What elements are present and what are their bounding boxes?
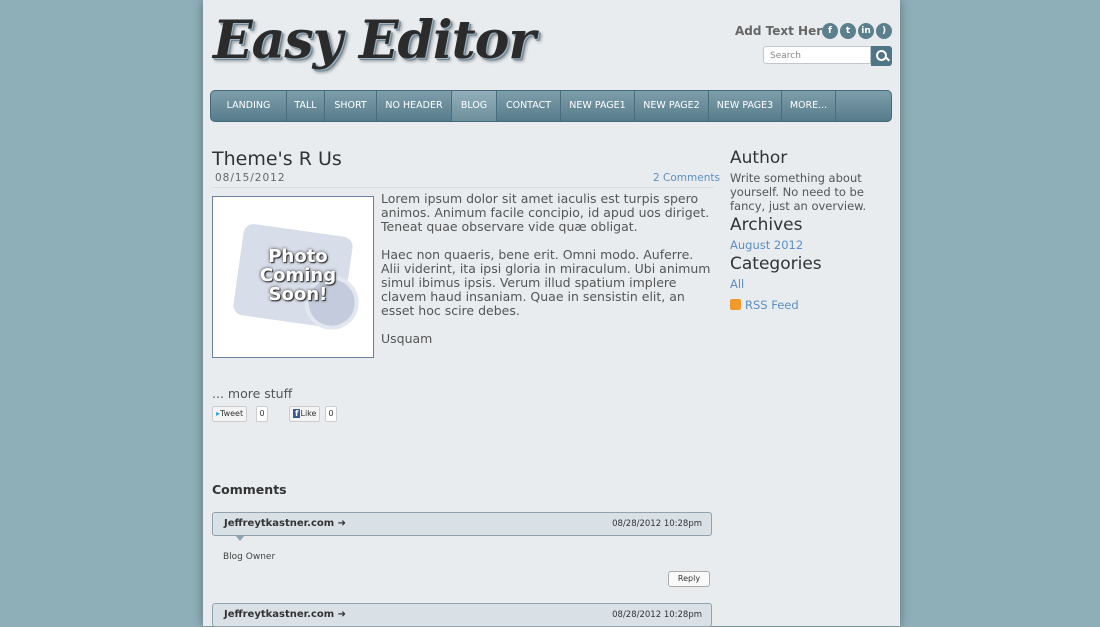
post-photo-placeholder: Photo Coming Soon! (212, 196, 374, 358)
post-paragraph: Lorem ipsum dolor sit amet iaculis est t… (381, 191, 710, 234)
comment-author-link[interactable]: Jeffreytkastner.com ➜ (224, 518, 346, 529)
nav-item-new-page1[interactable]: NEW PAGE1 (561, 91, 635, 121)
nav-item-new-page2[interactable]: NEW PAGE2 (635, 91, 709, 121)
comments-heading: Comments (212, 482, 287, 497)
tweet-count: 0 (256, 406, 268, 422)
archive-link-august-2012[interactable]: August 2012 (730, 238, 803, 252)
twitter-icon[interactable]: t (840, 23, 856, 39)
reply-button[interactable]: Reply (668, 571, 710, 587)
more-stuff-text: ... more stuff (212, 386, 293, 401)
arrow-icon: ➜ (337, 609, 347, 620)
comment-date: 08/28/2012 10:28pm (612, 519, 702, 529)
post-paragraph: Haec non quaeris, bene erit. Omni modo. … (381, 247, 711, 318)
category-link-all[interactable]: All (730, 277, 744, 291)
linkedin-icon[interactable]: in (858, 23, 874, 39)
post-comments-link[interactable]: 2 Comments (653, 172, 720, 184)
tweet-button[interactable]: ▸Tweet (212, 406, 248, 422)
post-paragraph: Usquam (381, 331, 433, 346)
sidebar-categories-heading: Categories (730, 254, 822, 274)
header-add-text: Add Text Here (735, 24, 831, 38)
comment-header: Jeffreytkastner.com ➜ 08/28/2012 10:28pm (212, 603, 712, 627)
nav-item-tall[interactable]: TALL (287, 91, 325, 121)
arrow-icon: ➜ (337, 518, 347, 529)
facebook-icon[interactable]: f (822, 23, 838, 39)
rss-feed-link[interactable]: RSS Feed (745, 298, 799, 312)
comment-text: Blog Owner (223, 552, 276, 562)
post-title[interactable]: Theme's R Us (212, 148, 342, 170)
sidebar-author-text: Write something about yourself. No need … (730, 171, 867, 213)
rss-feed-icon[interactable] (730, 299, 741, 310)
post-body: Lorem ipsum dolor sit amet iaculis est t… (381, 192, 716, 360)
nav-item-short[interactable]: SHORT (325, 91, 377, 121)
main-nav: LANDING TALL SHORT NO HEADER BLOG CONTAC… (210, 90, 892, 122)
sidebar-author-heading: Author (730, 148, 788, 168)
comment-author-link[interactable]: Jeffreytkastner.com ➜ (224, 609, 346, 620)
comment-header: Jeffreytkastner.com ➜ 08/28/2012 10:28pm (212, 512, 712, 541)
site-logo[interactable]: Easy Editor (213, 10, 536, 71)
nav-item-landing[interactable]: LANDING (211, 91, 287, 121)
search-button[interactable] (871, 46, 892, 66)
nav-item-no-header[interactable]: NO HEADER (377, 91, 452, 121)
photo-coming-soon-text: Photo Coming Soon! (259, 246, 337, 305)
page-container: Easy Editor Add Text Here f t in ) Searc… (203, 0, 900, 627)
post-divider (212, 187, 714, 188)
comment-date: 08/28/2012 10:28pm (612, 610, 702, 620)
facebook-like-button[interactable]: f Like (289, 406, 321, 422)
like-count: 0 (325, 406, 337, 422)
search-icon (876, 50, 887, 61)
nav-item-contact[interactable]: CONTACT (497, 91, 561, 121)
sidebar-archives-heading: Archives (730, 215, 803, 235)
nav-item-new-page3[interactable]: NEW PAGE3 (709, 91, 782, 121)
nav-item-more[interactable]: MORE... (782, 91, 836, 121)
search-input[interactable]: Search (763, 46, 871, 64)
rss-icon[interactable]: ) (876, 23, 892, 39)
post-date: 08/15/2012 (215, 172, 286, 184)
nav-item-blog[interactable]: BLOG (452, 91, 497, 121)
